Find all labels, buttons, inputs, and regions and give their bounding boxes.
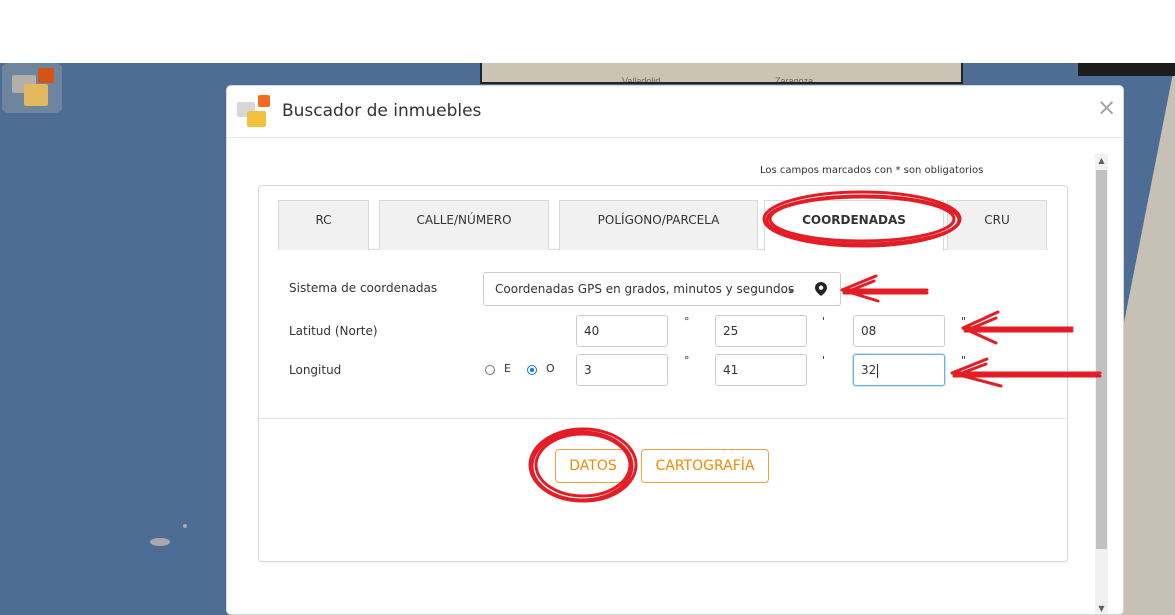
map-mainland: Valladolid Zaragoza xyxy=(480,63,963,86)
required-fields-note: Los campos marcados con * son obligatori… xyxy=(760,165,984,176)
coordinate-system-label: Sistema de coordenadas xyxy=(289,281,438,295)
coordinate-system-select[interactable]: Coordenadas GPS en grados, minutos y seg… xyxy=(483,272,802,306)
tab-cru[interactable]: CRU xyxy=(947,200,1047,250)
close-icon[interactable]: × xyxy=(1097,96,1116,120)
radio-west[interactable] xyxy=(527,365,537,375)
scrollbar-thumb[interactable] xyxy=(1096,170,1107,549)
latitude-label: Latitud (Norte) xyxy=(289,324,378,338)
second-symbol: " xyxy=(961,354,967,367)
map-right-land xyxy=(1120,63,1175,615)
minute-symbol: ' xyxy=(822,354,826,367)
latitude-minutes-input[interactable]: 25 xyxy=(715,315,807,347)
text-caret xyxy=(877,363,879,378)
location-button[interactable] xyxy=(801,272,841,306)
degree-symbol: ° xyxy=(684,315,690,328)
longitude-seconds-value: 32 xyxy=(861,363,877,377)
tab-polygon-parcel[interactable]: POLÍGONO/PARCELA xyxy=(559,200,758,250)
cartography-button[interactable]: CARTOGRAFÍA xyxy=(641,449,769,483)
scroll-up-icon[interactable]: ▲ xyxy=(1095,154,1108,168)
chevron-down-icon[interactable]: ⌄ xyxy=(784,281,798,295)
top-white-band xyxy=(0,0,1175,63)
scroll-down-icon[interactable]: ▼ xyxy=(1095,602,1108,614)
data-button[interactable]: DATOS xyxy=(555,449,631,483)
longitude-label: Longitud xyxy=(289,363,342,377)
map-island xyxy=(150,538,170,546)
map-dark-panel xyxy=(1078,63,1175,76)
app-logo xyxy=(237,95,271,129)
latitude-seconds-input[interactable]: 08 xyxy=(853,315,945,347)
longitude-minutes-input[interactable]: 41 xyxy=(715,354,807,386)
map-pin-icon xyxy=(815,282,827,296)
radio-east[interactable] xyxy=(485,365,495,375)
screen: Valladolid Zaragoza Buscador de inmueble… xyxy=(0,0,1175,615)
map-app-logo-button[interactable] xyxy=(2,63,62,113)
logo-square-orange xyxy=(258,95,270,107)
tab-rc[interactable]: RC xyxy=(278,200,369,250)
radio-west-label: O xyxy=(546,362,555,375)
dialog-header: Buscador de inmuebles × xyxy=(227,86,1123,138)
property-search-dialog: Buscador de inmuebles × ▲ ▼ Los campos m… xyxy=(226,85,1124,615)
dialog-title: Buscador de inmuebles xyxy=(282,101,482,121)
longitude-degrees-input[interactable]: 3 xyxy=(576,354,668,386)
degree-symbol: ° xyxy=(684,354,690,367)
logo-square-yellow xyxy=(247,111,266,127)
dialog-scrollbar[interactable]: ▲ ▼ xyxy=(1095,154,1108,614)
radio-east-label: E xyxy=(504,362,511,375)
logo-square-yellow xyxy=(24,84,48,106)
latitude-degrees-input[interactable]: 40 xyxy=(576,315,668,347)
search-tabs: RC CALLE/NÚMERO POLÍGONO/PARCELA COORDEN… xyxy=(278,200,1048,251)
map-island xyxy=(183,524,187,528)
search-panel: RC CALLE/NÚMERO POLÍGONO/PARCELA COORDEN… xyxy=(258,185,1068,562)
tab-coordinates[interactable]: COORDENADAS xyxy=(764,200,944,251)
second-symbol: " xyxy=(961,315,967,328)
form-divider xyxy=(259,418,1067,419)
minute-symbol: ' xyxy=(822,315,826,328)
longitude-seconds-input[interactable]: 32 xyxy=(853,354,945,386)
logo-square-orange xyxy=(38,68,54,83)
tab-street-number[interactable]: CALLE/NÚMERO xyxy=(379,200,549,250)
